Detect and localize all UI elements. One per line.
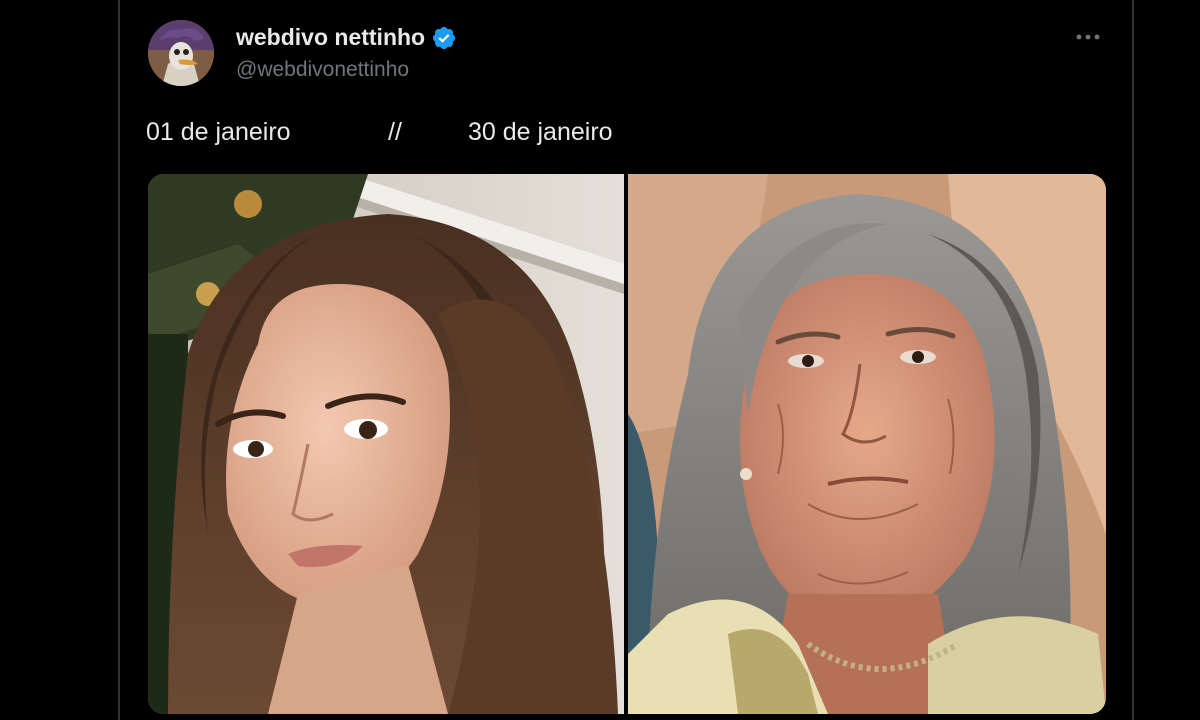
photo-young-woman[interactable] [148,174,624,714]
more-horizontal-icon[interactable] [1070,22,1106,52]
photo-elderly-woman[interactable] [628,174,1106,714]
tweet-text-right-date: 30 de janeiro [468,118,613,146]
author-handle[interactable]: @webdivonettinho [236,58,409,82]
verified-badge-icon [431,25,457,51]
tweet-card: webdivo nettinho @webdivonettinho 01 de … [0,0,1200,720]
timeline-border-left [118,0,120,720]
author-display-name[interactable]: webdivo nettinho [236,24,425,51]
tweet-text-left-date: 01 de janeiro [146,118,291,146]
timeline-border-right [1132,0,1134,720]
author-name-row: webdivo nettinho [236,24,457,51]
tweet-media-grid [148,174,1106,714]
tweet-text-separator: // [388,118,402,146]
avatar[interactable] [148,20,214,86]
avatar-image [148,20,214,86]
